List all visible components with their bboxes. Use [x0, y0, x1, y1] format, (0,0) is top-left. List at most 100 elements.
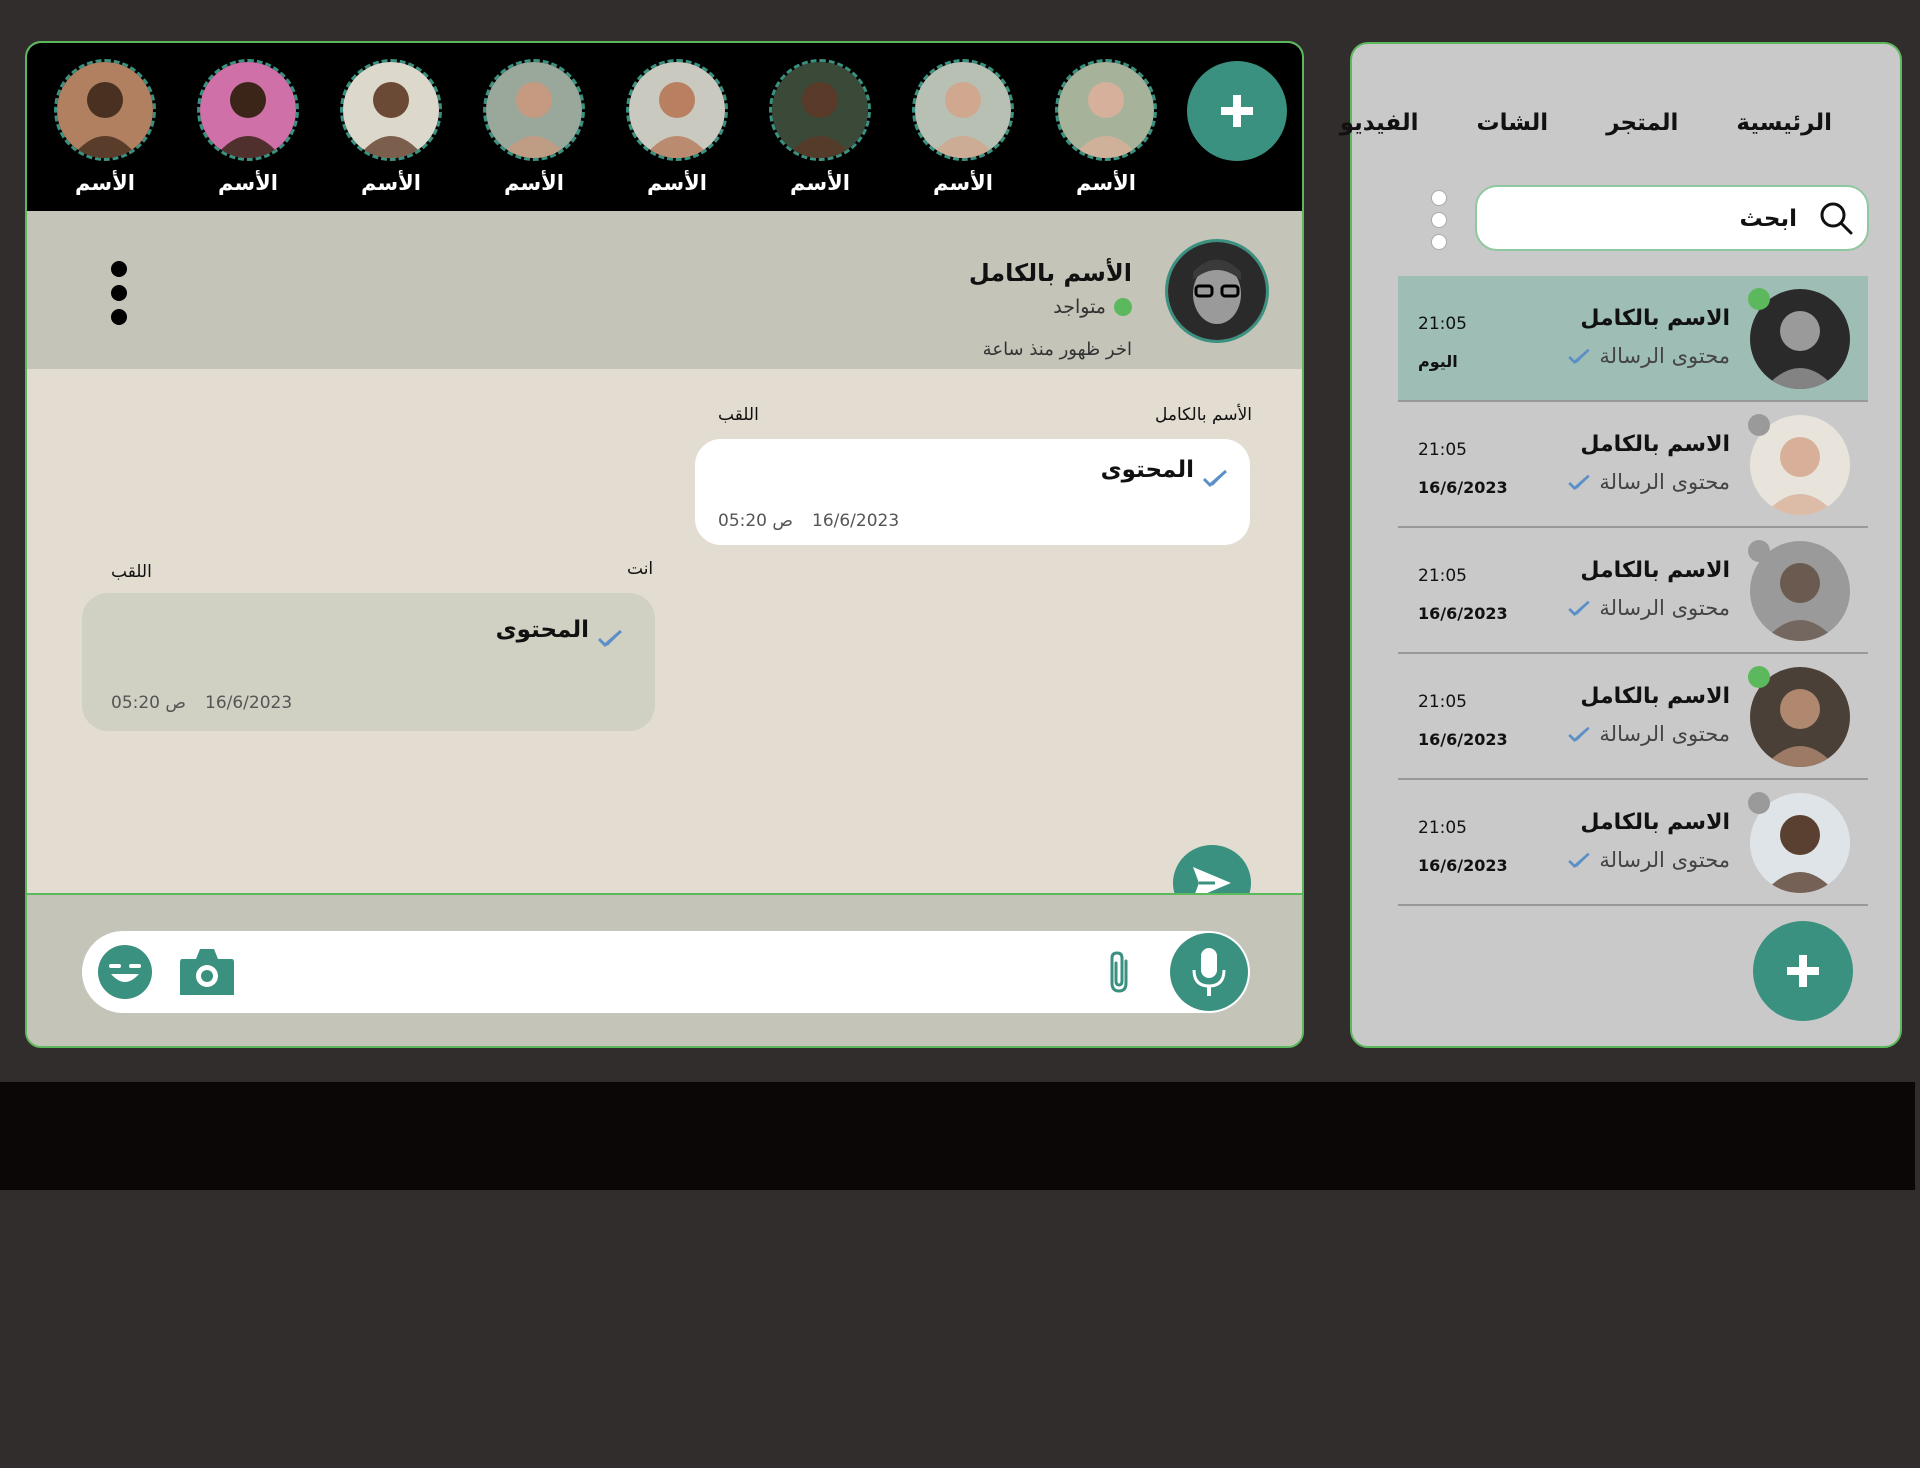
- story-item[interactable]: الأسم: [53, 59, 157, 195]
- story-item[interactable]: الأسم: [911, 59, 1015, 195]
- story-avatar: [197, 59, 299, 161]
- emoji-icon: [98, 945, 152, 999]
- chat-name: الاسم بالكامل: [1580, 558, 1730, 583]
- chat-name: الاسم بالكامل: [1580, 684, 1730, 709]
- sidebar-menu-button[interactable]: [1429, 190, 1449, 250]
- story-avatar: [626, 59, 728, 161]
- story-item[interactable]: الأسم: [339, 59, 443, 195]
- microphone-icon: [1192, 948, 1226, 996]
- story-item[interactable]: الأسم: [482, 59, 586, 195]
- nav-store[interactable]: المتجر: [1606, 110, 1678, 136]
- check-icon: [1568, 852, 1591, 868]
- chat-name: الاسم بالكامل: [1580, 810, 1730, 835]
- contact-status: متواجد: [1053, 296, 1132, 318]
- story-avatar: [912, 59, 1014, 161]
- story-avatar: [340, 59, 442, 161]
- chat-time: 21:05: [1418, 566, 1467, 586]
- sidebar: الرئيسية المتجر الشات الفيديو الاسم بالك…: [1340, 42, 1902, 1048]
- check-icon: [597, 629, 622, 647]
- story-avatar: [769, 59, 871, 161]
- story-label: الأسم: [75, 171, 135, 195]
- chat-time: 21:05: [1418, 692, 1467, 712]
- bottom-strip: [0, 1082, 1915, 1190]
- message-nickname: اللقب: [718, 405, 759, 425]
- add-story-button[interactable]: [1187, 61, 1287, 161]
- contact-name: الأسم بالكامل: [968, 259, 1132, 287]
- plus-icon: [1787, 955, 1819, 987]
- chat-time: 21:05: [1418, 314, 1467, 334]
- online-dot-icon: [1114, 298, 1132, 316]
- chat-date: 16/6/2023: [1418, 856, 1508, 875]
- vertical-dots-icon: [111, 261, 127, 277]
- story-item[interactable]: الأسم: [196, 59, 300, 195]
- message-text: المحتوى: [495, 617, 589, 643]
- contact-avatar[interactable]: [1165, 239, 1269, 343]
- story-item[interactable]: الأسم: [768, 59, 872, 195]
- check-icon: [1568, 726, 1591, 742]
- chat-header: الأسم بالكامل متواجد اخر ظهور منذ ساعة: [27, 211, 1302, 369]
- messages-area: الأسم بالكامل اللقب المحتوى 16/6/2023 05…: [27, 369, 1302, 921]
- nav-home[interactable]: الرئيسية: [1736, 110, 1832, 136]
- chat-date: اليوم: [1418, 352, 1458, 371]
- stories-bar: الأسم الأسم الأسم الأسم الأسم الأسم الأسم الأسم: [27, 43, 1302, 211]
- chat-list-item[interactable]: الاسم بالكامل محتوى الرسالة 21:05 16/6/2023: [1398, 402, 1868, 528]
- microphone-button[interactable]: [1170, 933, 1248, 1011]
- camera-button[interactable]: [178, 945, 236, 999]
- chat-preview: محتوى الرسالة: [1567, 722, 1730, 746]
- nav-video[interactable]: الفيديو: [1340, 110, 1419, 136]
- message-time: 05:20 ص: [718, 511, 793, 531]
- search-icon[interactable]: [1819, 201, 1853, 235]
- message-nickname: اللقب: [111, 562, 152, 582]
- message-time: 05:20 ص: [111, 693, 186, 713]
- chat-date: 16/6/2023: [1418, 604, 1508, 623]
- check-icon: [1568, 600, 1591, 616]
- message-input[interactable]: [242, 941, 1072, 1003]
- message-sender: الأسم بالكامل: [1154, 405, 1252, 425]
- message-text: المحتوى: [1100, 457, 1194, 483]
- check-icon: [1568, 348, 1591, 364]
- story-label: الأسم: [1076, 171, 1136, 195]
- chat-date: 16/6/2023: [1418, 730, 1508, 749]
- chat-panel: الأسم الأسم الأسم الأسم الأسم الأسم الأسم الأسم…: [25, 41, 1304, 1048]
- check-icon: [1568, 474, 1591, 490]
- story-item[interactable]: الأسم: [625, 59, 729, 195]
- paperclip-icon: [1110, 951, 1128, 993]
- presence-dot-icon: [1748, 414, 1770, 436]
- chat-name: الاسم بالكامل: [1580, 432, 1730, 457]
- chat-time: 21:05: [1418, 440, 1467, 460]
- story-label: الأسم: [361, 171, 421, 195]
- nav-chat[interactable]: الشات: [1477, 110, 1549, 136]
- new-chat-button[interactable]: [1753, 921, 1853, 1021]
- vertical-dots-icon: [1431, 190, 1447, 206]
- story-item[interactable]: الأسم: [1054, 59, 1158, 195]
- story-label: الأسم: [790, 171, 850, 195]
- chat-preview: محتوى الرسالة: [1567, 344, 1730, 368]
- chat-list-item[interactable]: الاسم بالكامل محتوى الرسالة 21:05 16/6/2023: [1398, 528, 1868, 654]
- message-bubble-outgoing[interactable]: المحتوى 16/6/2023 05:20 ص: [82, 593, 655, 731]
- story-avatar: [1055, 59, 1157, 161]
- chat-time: 21:05: [1418, 818, 1467, 838]
- presence-dot-icon: [1748, 540, 1770, 562]
- story-avatar: [483, 59, 585, 161]
- presence-dot-icon: [1748, 792, 1770, 814]
- last-seen: اخر ظهور منذ ساعة: [982, 339, 1132, 360]
- status-text: متواجد: [1053, 296, 1106, 318]
- plus-icon: [1221, 95, 1253, 127]
- attach-button[interactable]: [1102, 949, 1138, 995]
- message-date: 16/6/2023: [205, 693, 293, 713]
- search-box: [1475, 185, 1869, 251]
- story-avatar: [54, 59, 156, 161]
- chat-menu-button[interactable]: [107, 261, 131, 325]
- presence-dot-icon: [1748, 666, 1770, 688]
- emoji-button[interactable]: [97, 944, 153, 1000]
- chat-list-item[interactable]: الاسم بالكامل محتوى الرسالة 21:05 16/6/2023: [1398, 654, 1868, 780]
- check-icon: [1202, 469, 1227, 487]
- story-label: الأسم: [933, 171, 993, 195]
- chat-list-item[interactable]: الاسم بالكامل محتوى الرسالة 21:05 16/6/2023: [1398, 780, 1868, 906]
- story-label: الأسم: [218, 171, 278, 195]
- message-date: 16/6/2023: [812, 511, 900, 531]
- chat-list-item[interactable]: الاسم بالكامل محتوى الرسالة 21:05 اليوم: [1398, 276, 1868, 402]
- search-input[interactable]: [1497, 197, 1797, 241]
- message-bubble-incoming[interactable]: المحتوى 16/6/2023 05:20 ص: [695, 439, 1250, 545]
- presence-dot-icon: [1748, 288, 1770, 310]
